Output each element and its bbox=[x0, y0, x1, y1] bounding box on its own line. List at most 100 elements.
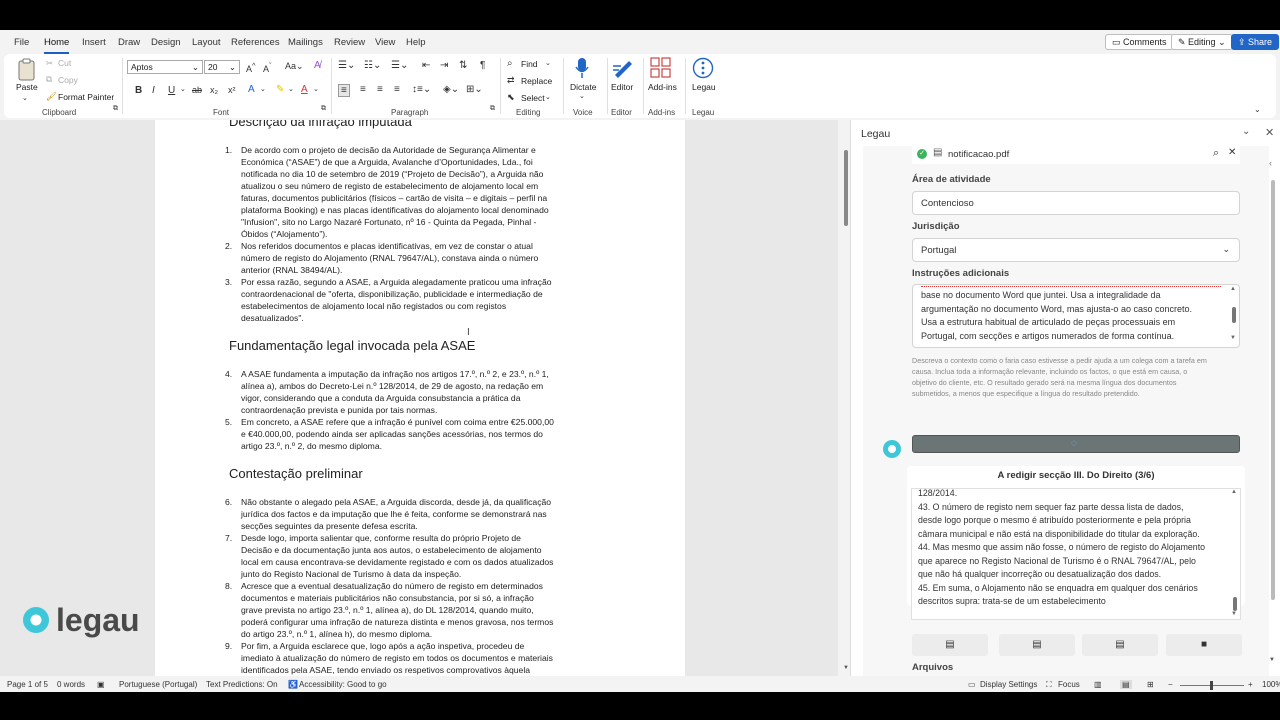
tab-layout[interactable]: Layout bbox=[192, 37, 221, 48]
dictate-button[interactable]: Dictate bbox=[570, 82, 596, 92]
tab-review[interactable]: Review bbox=[334, 37, 365, 48]
text-effects-icon[interactable]: A bbox=[248, 84, 255, 95]
stop-button[interactable]: ■ bbox=[1166, 634, 1242, 656]
font-color-icon[interactable]: A bbox=[301, 84, 308, 95]
zoom-slider-thumb[interactable] bbox=[1210, 681, 1213, 690]
increase-indent-icon[interactable]: ⇥ bbox=[440, 60, 448, 71]
jurisdiction-select[interactable]: Portugal ⌄ bbox=[912, 238, 1240, 262]
document-scroll-thumb[interactable] bbox=[844, 150, 848, 226]
find-button[interactable]: Find bbox=[521, 59, 538, 69]
read-mode-icon[interactable]: ▥ bbox=[1094, 680, 1102, 689]
word-count[interactable]: 0 words bbox=[57, 680, 85, 689]
chevron-down-icon[interactable]: ⌄ bbox=[579, 92, 585, 100]
accessibility-status[interactable]: Accessibility: Good to go bbox=[299, 680, 387, 689]
scroll-up-icon[interactable]: ▲ bbox=[1231, 489, 1237, 495]
instructions-textarea[interactable]: base no documento Word que juntei. Usa a… bbox=[912, 284, 1240, 348]
dialog-launcher-icon[interactable]: ⧉ bbox=[490, 105, 495, 113]
scroll-down-icon[interactable]: ▼ bbox=[1231, 611, 1237, 617]
focus-button[interactable]: Focus bbox=[1058, 680, 1080, 689]
chevron-left-icon[interactable]: ‹ bbox=[1269, 158, 1272, 168]
align-left-icon[interactable]: ≡ bbox=[338, 84, 350, 97]
chevron-down-icon[interactable]: ⌄ bbox=[545, 59, 551, 67]
tab-mailings[interactable]: Mailings bbox=[288, 37, 323, 48]
italic-icon[interactable]: I bbox=[152, 85, 155, 96]
close-icon[interactable]: ✕ bbox=[1228, 147, 1236, 158]
legau-button[interactable]: Legau bbox=[692, 82, 716, 92]
proofing-icon[interactable]: ▣ bbox=[97, 680, 105, 689]
tab-insert[interactable]: Insert bbox=[82, 37, 106, 48]
font-name-box[interactable]: Aptos ⌄ bbox=[127, 60, 203, 74]
shading-icon[interactable]: ◈⌄ bbox=[443, 84, 459, 95]
scroll-down-icon[interactable]: ▼ bbox=[1230, 335, 1236, 341]
shrink-font-icon[interactable]: Aˇ bbox=[263, 61, 272, 74]
select-button[interactable]: Select bbox=[521, 93, 545, 103]
comments-button[interactable]: ▭ Comments bbox=[1105, 34, 1174, 50]
generate-button[interactable]: ◌ bbox=[912, 435, 1240, 453]
scroll-down-icon[interactable]: ▼ bbox=[843, 665, 849, 671]
clear-formatting-icon[interactable]: A̸ bbox=[314, 60, 321, 71]
align-right-icon[interactable]: ≡ bbox=[377, 84, 383, 95]
font-size-box[interactable]: 20 ⌄ bbox=[204, 60, 240, 74]
download-document-button[interactable]: ▤ bbox=[1082, 634, 1158, 656]
paste-button[interactable]: Paste bbox=[16, 82, 38, 92]
align-center-icon[interactable]: ≡ bbox=[360, 84, 366, 95]
tab-help[interactable]: Help bbox=[406, 37, 426, 48]
document-page[interactable]: Descrição da infração imputada 1. De aco… bbox=[155, 120, 685, 676]
subscript-icon[interactable]: x₂ bbox=[210, 85, 218, 95]
addins-button[interactable]: Add-ins bbox=[648, 82, 677, 92]
multilevel-list-icon[interactable]: ☰⌄ bbox=[391, 60, 408, 71]
zoom-in-icon[interactable]: + bbox=[1248, 680, 1253, 689]
chevron-down-icon[interactable]: ⌄ bbox=[260, 85, 266, 93]
chevron-down-icon[interactable]: ⌄ bbox=[545, 93, 551, 101]
chevron-down-icon[interactable]: ⌄ bbox=[313, 85, 319, 93]
cut-button[interactable]: Cut bbox=[58, 58, 71, 68]
display-settings-button[interactable]: Display Settings bbox=[980, 680, 1037, 689]
insert-document-button[interactable]: ▤ bbox=[912, 634, 988, 656]
line-spacing-icon[interactable]: ↕≡⌄ bbox=[412, 84, 431, 95]
text-predictions-status[interactable]: Text Predictions: On bbox=[206, 680, 278, 689]
editor-button[interactable]: Editor bbox=[611, 82, 633, 92]
copy-button[interactable]: Copy bbox=[58, 75, 78, 85]
scroll-down-icon[interactable]: ▼ bbox=[1269, 657, 1275, 663]
tab-view[interactable]: View bbox=[375, 37, 395, 48]
copy-document-button[interactable]: ▤ bbox=[999, 634, 1075, 656]
close-icon[interactable]: ✕ bbox=[1265, 126, 1274, 139]
justify-icon[interactable]: ≡ bbox=[394, 84, 400, 95]
search-icon[interactable]: ⌕ bbox=[1213, 147, 1219, 160]
sort-icon[interactable]: ⇅ bbox=[459, 60, 467, 71]
chevron-down-icon[interactable]: ⌄ bbox=[288, 85, 294, 93]
paste-chevron-icon[interactable]: ⌄ bbox=[22, 94, 28, 102]
print-layout-icon[interactable]: ▤ bbox=[1120, 680, 1132, 689]
change-case-icon[interactable]: Aa⌄ bbox=[285, 61, 304, 72]
area-input[interactable]: Contencioso bbox=[912, 191, 1240, 215]
format-painter-button[interactable]: Format Painter bbox=[58, 92, 114, 102]
dialog-launcher-icon[interactable]: ⧉ bbox=[113, 105, 118, 113]
page-count[interactable]: Page 1 of 5 bbox=[7, 680, 48, 689]
language-status[interactable]: Portuguese (Portugal) bbox=[119, 680, 197, 689]
grow-font-icon[interactable]: A^ bbox=[246, 61, 256, 74]
highlight-icon[interactable]: ✎ bbox=[276, 84, 284, 95]
share-button[interactable]: ⇪ Share bbox=[1231, 34, 1280, 50]
bold-icon[interactable]: B bbox=[135, 85, 142, 96]
output-scroll-thumb[interactable] bbox=[1233, 597, 1237, 611]
strikethrough-icon[interactable]: ab bbox=[192, 85, 202, 95]
superscript-icon[interactable]: x² bbox=[228, 85, 236, 95]
textarea-scroll-thumb[interactable] bbox=[1232, 307, 1236, 323]
bullets-icon[interactable]: ☰⌄ bbox=[338, 60, 355, 71]
chevron-down-icon[interactable]: ⌄ bbox=[180, 85, 186, 93]
zoom-out-icon[interactable]: − bbox=[1168, 680, 1173, 689]
collapse-ribbon-icon[interactable]: ⌄ bbox=[1254, 105, 1261, 114]
panel-scroll-thumb[interactable] bbox=[1271, 180, 1275, 600]
borders-icon[interactable]: ⊞⌄ bbox=[466, 84, 483, 95]
tab-home[interactable]: Home bbox=[44, 37, 70, 54]
chevron-down-icon[interactable]: ⌄ bbox=[1242, 126, 1250, 137]
numbering-icon[interactable]: ☷⌄ bbox=[364, 60, 381, 71]
output-preview[interactable]: 128/2014. 43. O número de registo nem se… bbox=[911, 488, 1241, 620]
zoom-level[interactable]: 100% bbox=[1262, 680, 1280, 689]
scroll-up-icon[interactable]: ▲ bbox=[1230, 286, 1236, 292]
tab-draw[interactable]: Draw bbox=[118, 37, 140, 48]
decrease-indent-icon[interactable]: ⇤ bbox=[422, 60, 430, 71]
editing-mode-button[interactable]: ✎ Editing ⌄ bbox=[1171, 34, 1233, 50]
dialog-launcher-icon[interactable]: ⧉ bbox=[321, 105, 326, 113]
underline-icon[interactable]: U bbox=[168, 85, 175, 96]
